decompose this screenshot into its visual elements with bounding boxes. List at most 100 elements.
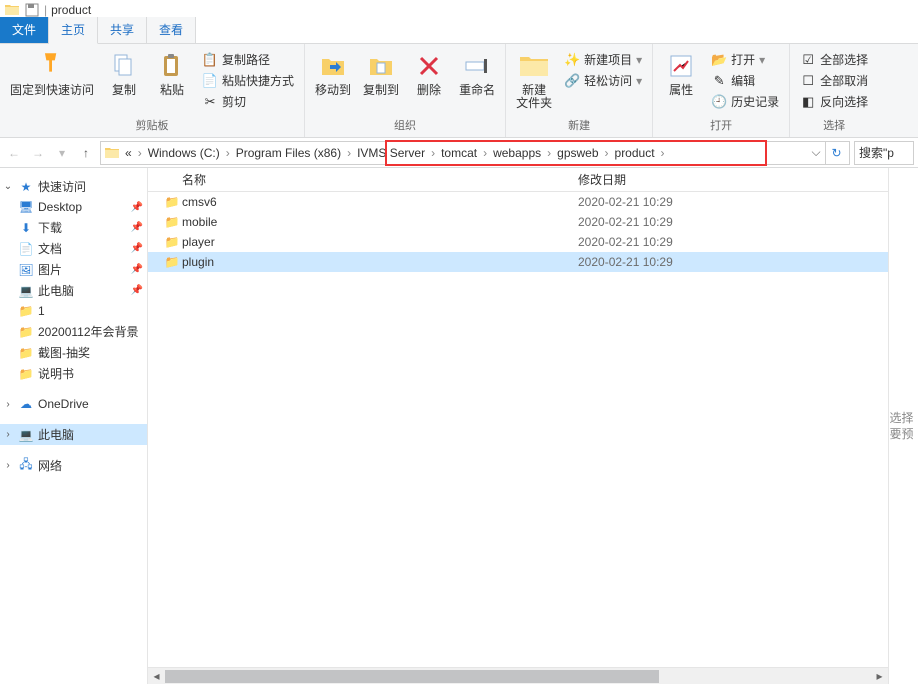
sidebar-item-thispc[interactable]: 💻此电脑📌: [0, 280, 147, 301]
crumb[interactable]: product: [611, 146, 659, 160]
tab-share[interactable]: 共享: [98, 17, 147, 43]
crumb[interactable]: Program Files (x86): [232, 146, 345, 160]
crumb-overflow[interactable]: «: [121, 146, 136, 160]
shortcut-icon: 📄: [202, 73, 218, 89]
sidebar-item-documents[interactable]: 📄文档📌: [0, 238, 147, 259]
col-modified[interactable]: 修改日期: [578, 171, 626, 188]
label: 删除: [417, 84, 441, 97]
pc-icon: 💻: [18, 283, 34, 299]
label: 复制路径: [222, 51, 270, 68]
delete-button[interactable]: 删除: [407, 48, 451, 99]
main: ⌄ ★ 快速访问 🖥Desktop📌 ⬇下载📌 📄文档📌 🖼图片📌 💻此电脑📌 …: [0, 168, 918, 684]
label: 新建项目: [584, 51, 632, 68]
scroll-right-button[interactable]: ▸: [871, 668, 888, 684]
sidebar-item-pictures[interactable]: 🖼图片📌: [0, 259, 147, 280]
rename-button[interactable]: 重命名: [455, 48, 499, 99]
sidebar-item-folder[interactable]: 📁说明书: [0, 363, 147, 384]
copy-icon: [108, 50, 140, 82]
moveto-icon: [317, 50, 349, 82]
list-item[interactable]: 📁plugin2020-02-21 10:29: [148, 252, 888, 272]
move-to-button[interactable]: 移动到: [311, 48, 355, 99]
chevron-right-icon[interactable]: ›: [136, 146, 144, 160]
search-input[interactable]: 搜索"p: [854, 141, 914, 165]
nav-pane[interactable]: ⌄ ★ 快速访问 🖥Desktop📌 ⬇下载📌 📄文档📌 🖼图片📌 💻此电脑📌 …: [0, 168, 148, 684]
horizontal-scrollbar[interactable]: ◂ ▸: [148, 667, 888, 684]
crumb[interactable]: Windows (C:): [144, 146, 224, 160]
label: 复制到: [363, 84, 399, 97]
chevron-right-icon[interactable]: ›: [224, 146, 232, 160]
paste-shortcut-button[interactable]: 📄粘贴快捷方式: [198, 71, 298, 90]
tab-file[interactable]: 文件: [0, 17, 49, 43]
address-row: ← → ▾ ↑ «› Windows (C:)› Program Files (…: [0, 138, 918, 168]
address-bar[interactable]: «› Windows (C:)› Program Files (x86)› IV…: [100, 141, 850, 165]
open-button[interactable]: 📂打开 ▾: [707, 50, 783, 69]
paste-button[interactable]: 粘贴: [150, 48, 194, 99]
crumb[interactable]: gpsweb: [553, 146, 602, 160]
crumb[interactable]: tomcat: [437, 146, 481, 160]
selectnone-icon: ☐: [800, 73, 816, 89]
copy-to-button[interactable]: 复制到: [359, 48, 403, 99]
pin-quickaccess-button[interactable]: 固定到快速访问: [6, 48, 98, 99]
easy-access-button[interactable]: 🔗轻松访问 ▾: [560, 71, 646, 90]
sidebar-onedrive[interactable]: ›☁OneDrive: [0, 394, 147, 414]
refresh-button[interactable]: ↻: [825, 142, 847, 164]
new-item-button[interactable]: ✨新建项目 ▾: [560, 50, 646, 69]
chevron-right-icon[interactable]: ›: [603, 146, 611, 160]
chevron-right-icon[interactable]: ›: [345, 146, 353, 160]
label: 下载: [38, 219, 127, 236]
label: 截图-抽奖: [38, 344, 90, 361]
cut-button[interactable]: ✂剪切: [198, 92, 298, 111]
copy-button[interactable]: 复制: [102, 48, 146, 99]
pc-icon: 💻: [18, 427, 34, 443]
history-button[interactable]: 🕘历史记录: [707, 92, 783, 111]
sidebar-network[interactable]: ›🖧网络: [0, 455, 147, 476]
sidebar-item-desktop[interactable]: 🖥Desktop📌: [0, 197, 147, 217]
folder-icon: [4, 2, 20, 18]
chevron-down-icon: ⌄: [2, 181, 14, 192]
scroll-left-button[interactable]: ◂: [148, 668, 165, 684]
sidebar-item-folder[interactable]: 📁1: [0, 301, 147, 321]
list-item[interactable]: 📁mobile2020-02-21 10:29: [148, 212, 888, 232]
column-headers[interactable]: 名称 修改日期: [148, 168, 888, 192]
chevron-right-icon[interactable]: ›: [659, 146, 667, 160]
nav-recent-button[interactable]: ▾: [52, 143, 72, 163]
tab-view[interactable]: 查看: [147, 17, 196, 43]
selectall-icon: ☑: [800, 52, 816, 68]
tab-home[interactable]: 主页: [49, 17, 98, 44]
copyto-icon: [365, 50, 397, 82]
label: 反向选择: [820, 93, 868, 110]
rename-icon: [461, 50, 493, 82]
sidebar-item-folder[interactable]: 📁截图-抽奖: [0, 342, 147, 363]
crumb[interactable]: webapps: [489, 146, 545, 160]
edit-button[interactable]: ✎编辑: [707, 71, 783, 90]
file-list: 名称 修改日期 📁cmsv62020-02-21 10:29 📁mobile20…: [148, 168, 888, 684]
crumb[interactable]: IVMS Server: [353, 146, 429, 160]
col-name[interactable]: 名称: [182, 171, 578, 188]
invert-select-button[interactable]: ◧反向选择: [796, 92, 872, 111]
sidebar-quick-access[interactable]: ⌄ ★ 快速访问: [0, 176, 147, 197]
chevron-right-icon[interactable]: ›: [429, 146, 437, 160]
list-item[interactable]: 📁cmsv62020-02-21 10:29: [148, 192, 888, 212]
scroll-track[interactable]: [165, 668, 871, 684]
rows[interactable]: 📁cmsv62020-02-21 10:29 📁mobile2020-02-21…: [148, 192, 888, 667]
chevron-right-icon[interactable]: ›: [481, 146, 489, 160]
list-item[interactable]: 📁player2020-02-21 10:29: [148, 232, 888, 252]
copy-path-button[interactable]: 📋复制路径: [198, 50, 298, 69]
properties-button[interactable]: 属性: [659, 48, 703, 99]
select-all-button[interactable]: ☑全部选择: [796, 50, 872, 69]
select-none-button[interactable]: ☐全部取消: [796, 71, 872, 90]
chevron-down-icon: ▾: [759, 53, 765, 67]
address-dropdown-button[interactable]: ⌵: [807, 145, 825, 160]
sidebar-item-folder[interactable]: 📁20200112年会背景: [0, 321, 147, 342]
save-icon[interactable]: [24, 2, 40, 18]
file-name: plugin: [182, 255, 578, 269]
nav-forward-button[interactable]: →: [28, 143, 48, 163]
nav-up-button[interactable]: ↑: [76, 143, 96, 163]
sidebar-item-downloads[interactable]: ⬇下载📌: [0, 217, 147, 238]
chevron-right-icon[interactable]: ›: [545, 146, 553, 160]
scroll-thumb[interactable]: [165, 670, 659, 683]
new-folder-button[interactable]: 新建 文件夹: [512, 48, 556, 112]
file-date: 2020-02-21 10:29: [578, 215, 673, 229]
sidebar-thispc[interactable]: ›💻此电脑: [0, 424, 147, 445]
nav-back-button[interactable]: ←: [4, 143, 24, 163]
